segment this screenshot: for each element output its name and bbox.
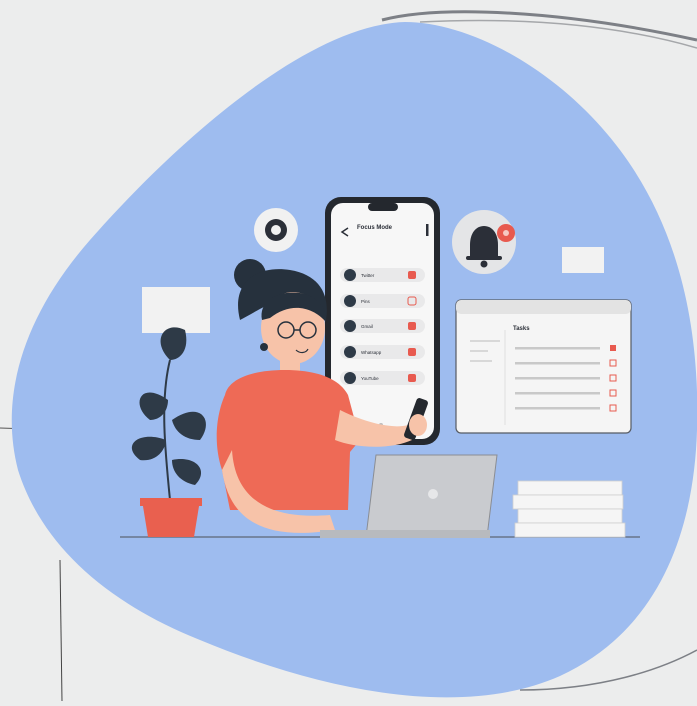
paper-stack [512, 480, 626, 538]
sketch-stroke-left-vertical [59, 559, 63, 702]
focus-mode-illustration [0, 10, 697, 702]
bell-icon [470, 226, 498, 258]
note-card-right [562, 247, 604, 273]
app-label-gmail: Gmail [361, 324, 373, 329]
tasks-window-title: Tasks [513, 326, 530, 332]
app-label-whatsapp: Whatsapp [361, 350, 382, 355]
phone-notch [368, 203, 398, 211]
app-label-youtube: YouTube [361, 376, 379, 381]
illustration-stage: Focus Mode Twitter Pins Gmail Whatsapp Y… [0, 0, 697, 702]
tasks-window [455, 299, 632, 434]
note-card-left [142, 287, 210, 333]
laptop-logo-icon [428, 489, 438, 499]
app-label-pins: Pins [361, 299, 370, 304]
tasks-window-titlebar [456, 300, 631, 314]
phone-screen-title: Focus Mode [357, 225, 393, 231]
app-label-twitter: Twitter [361, 273, 375, 278]
